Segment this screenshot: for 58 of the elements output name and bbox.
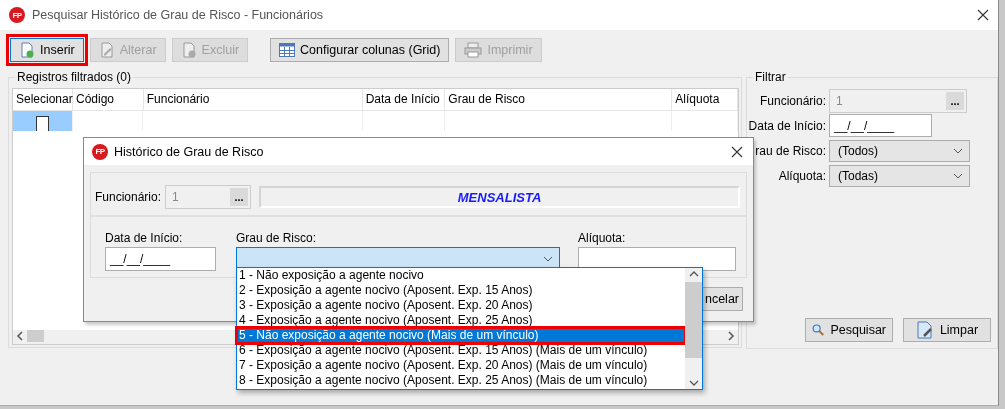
field-label: Alíquota: bbox=[578, 231, 627, 245]
dropdown-option[interactable]: 4 - Exposição a agente nocivo (Aposent. Exp. 25 Anos) bbox=[237, 313, 685, 328]
group-title: Registros filtrados (0) bbox=[15, 70, 134, 84]
column-header[interactable]: Alíquota bbox=[672, 89, 738, 110]
employee-field[interactable]: 1 ... bbox=[829, 88, 967, 113]
field-label: rau de Risco: bbox=[755, 143, 826, 158]
document-pencil-icon bbox=[98, 42, 115, 58]
app-logo: FP bbox=[9, 7, 25, 23]
lookup-button[interactable]: ... bbox=[946, 91, 964, 110]
scrollbar[interactable] bbox=[685, 268, 702, 389]
document-brush-icon bbox=[915, 321, 934, 339]
dropdown-option[interactable]: 1 - Não exposição a agente nocivo bbox=[237, 268, 685, 283]
scroll-left-icon bbox=[16, 331, 24, 341]
column-header[interactable]: Funcionário bbox=[143, 89, 363, 110]
scroll-right-icon bbox=[727, 331, 735, 341]
column-header[interactable]: Grau de Risco bbox=[445, 89, 673, 110]
dropdown-option[interactable]: 8 - Exposição a agente nocivo (Aposent. Exp. 25 Anos) (Mais de um vínculo) bbox=[237, 373, 685, 388]
date-field[interactable]: __/__/____ bbox=[105, 247, 216, 271]
clear-button[interactable]: Limpar bbox=[903, 318, 991, 342]
chevron-down-icon bbox=[953, 147, 963, 154]
group-title: Filtrar bbox=[753, 70, 788, 84]
dropdown-option[interactable]: 6 - Exposição a agente nocivo (Aposent. Exp. 15 Anos) (Mais de um vínculo) bbox=[237, 343, 685, 358]
dropdown-option[interactable]: 5 - Não exposição a agente nocivo (Mais de um vínculo) bbox=[237, 328, 685, 343]
date-field[interactable]: __/__/____ bbox=[829, 114, 932, 137]
dropdown-field[interactable]: (Todas) bbox=[829, 164, 970, 187]
dropdown-option[interactable]: 7 - Exposição a agente nocivo (Aposent. Exp. 20 Anos) (Mais de um vínculo) bbox=[237, 358, 685, 373]
document-minus-icon bbox=[180, 42, 197, 58]
employee-name: MENSALISTA bbox=[259, 186, 740, 208]
dropdown-field[interactable]: (Todos) bbox=[829, 139, 970, 162]
field-label: Data de Início: bbox=[105, 231, 184, 245]
dropdown-option[interactable]: 2 - Exposição a agente nocivo (Aposent. Exp. 15 Anos) bbox=[237, 283, 685, 298]
field-label: Data de Início: bbox=[748, 118, 826, 133]
document-plus-icon bbox=[19, 42, 35, 58]
search-button[interactable]: Pesquisar bbox=[805, 318, 893, 342]
close-icon bbox=[977, 9, 989, 21]
grid-button[interactable]: Configurar colunas (Grid) bbox=[270, 38, 450, 62]
window-title: Pesquisar Histórico de Grau de Risco - Funcionários bbox=[32, 8, 325, 22]
dropdown-option[interactable]: 3 - Exposição a agente nocivo (Aposent. Exp. 20 Anos) bbox=[237, 298, 685, 313]
printer-icon bbox=[464, 42, 483, 58]
checkbox[interactable] bbox=[35, 116, 49, 131]
column-header[interactable]: Código bbox=[73, 89, 144, 110]
lookup-button[interactable]: ... bbox=[230, 188, 249, 206]
column-header[interactable]: Selecionar bbox=[13, 89, 73, 110]
app-logo: FP bbox=[92, 143, 108, 160]
column-header[interactable]: Data de Início bbox=[362, 89, 446, 110]
field-label: Funcionário: bbox=[759, 93, 826, 108]
field-label: Alíquota: bbox=[778, 168, 826, 183]
chevron-down-icon bbox=[953, 172, 963, 179]
close-icon bbox=[731, 145, 743, 158]
chevron-down-icon bbox=[543, 256, 553, 262]
selected-cell[interactable] bbox=[13, 111, 73, 131]
scrollbar-thumb bbox=[27, 330, 44, 342]
field-label: Funcionário: bbox=[95, 190, 162, 204]
magnifier-icon bbox=[812, 322, 825, 338]
employee-field[interactable]: 1 ... bbox=[165, 185, 252, 209]
dialog-title: Histórico de Grau de Risco bbox=[114, 144, 265, 159]
field-label: Grau de Risco: bbox=[236, 231, 318, 245]
table-icon bbox=[279, 43, 296, 57]
